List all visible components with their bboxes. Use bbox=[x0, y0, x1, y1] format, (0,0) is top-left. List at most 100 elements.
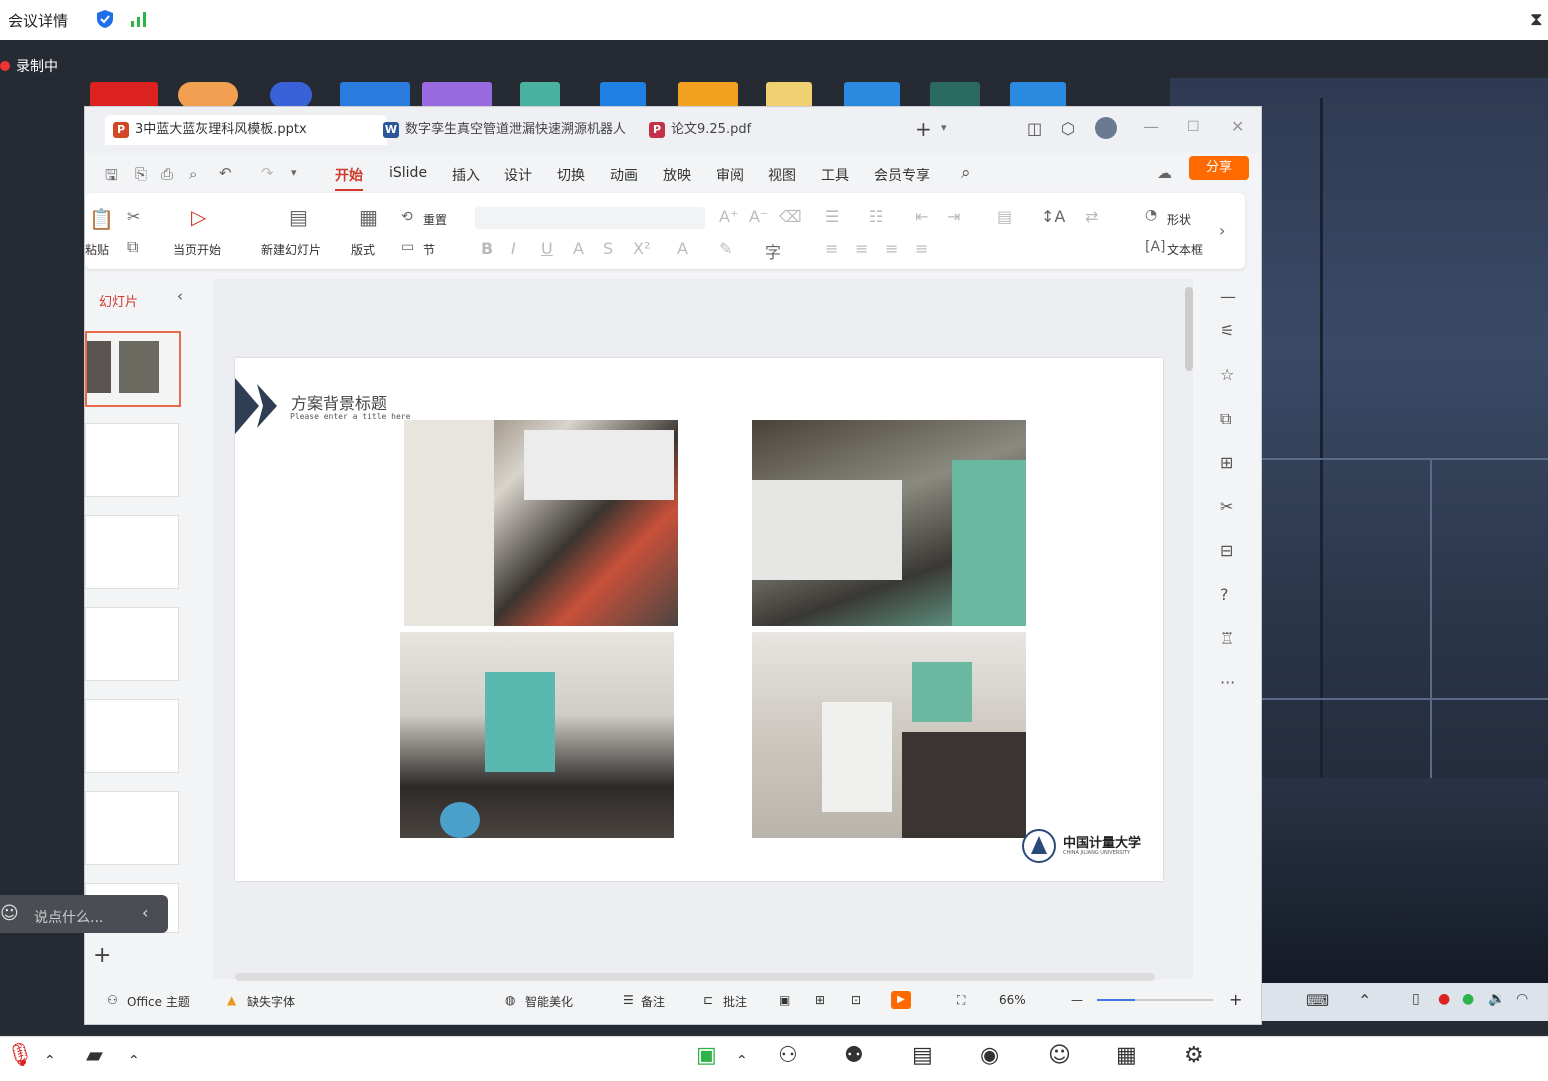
beautify-button[interactable]: 智能美化 bbox=[525, 993, 573, 1010]
share-button[interactable]: 分享 bbox=[1189, 156, 1249, 180]
play-icon[interactable]: ▷ bbox=[191, 205, 206, 229]
export-icon[interactable]: ⎘ bbox=[135, 165, 147, 183]
cut-icon[interactable]: ✂ bbox=[127, 207, 140, 226]
reset-button[interactable]: 重置 bbox=[423, 211, 447, 228]
zoom-level[interactable]: 66% bbox=[999, 993, 1026, 1007]
new-slide-icon[interactable]: ▤ bbox=[289, 205, 308, 229]
app-icon[interactable] bbox=[844, 82, 900, 108]
tab-pptx[interactable]: P 3中蓝大蓝灰理科风模板.pptx bbox=[105, 115, 387, 145]
more-icon[interactable]: ··· bbox=[1220, 673, 1235, 692]
shape-icon[interactable]: ◔ bbox=[1145, 207, 1157, 223]
print-icon[interactable]: ⎙ bbox=[161, 165, 173, 183]
paste-icon[interactable]: 📋 bbox=[89, 207, 114, 231]
slide-photo[interactable] bbox=[752, 632, 1026, 838]
section-icon[interactable]: ▭ bbox=[401, 239, 414, 255]
close-button[interactable]: ✕ bbox=[1231, 117, 1244, 136]
highlight-icon[interactable]: ✎ bbox=[719, 239, 732, 258]
zoom-out-button[interactable]: — bbox=[1071, 993, 1083, 1007]
maximize-button[interactable]: ☐ bbox=[1187, 119, 1200, 135]
chevron-up-icon[interactable]: ⌃ bbox=[1358, 991, 1371, 1010]
underline-icon[interactable]: U bbox=[541, 239, 553, 258]
slide-photo[interactable] bbox=[404, 420, 678, 626]
volume-icon[interactable]: 🔉 bbox=[1488, 991, 1505, 1007]
menu-tools[interactable]: 工具 bbox=[821, 165, 849, 185]
chat-input[interactable]: 说点什么... bbox=[34, 907, 103, 927]
help-icon[interactable]: ? bbox=[1220, 585, 1229, 604]
reaction-icon[interactable]: ☺ bbox=[1048, 1043, 1071, 1068]
avatar[interactable] bbox=[1095, 117, 1117, 139]
app-icon[interactable] bbox=[90, 82, 158, 108]
menu-islide[interactable]: iSlide bbox=[389, 165, 427, 181]
layout-icon[interactable]: ◫ bbox=[1027, 119, 1042, 138]
mute-mic-icon[interactable]: 🎙 bbox=[6, 1043, 34, 1068]
image-icon[interactable]: ⊞ bbox=[1220, 453, 1233, 472]
slide-photo[interactable] bbox=[752, 420, 1026, 626]
slideshow-button[interactable]: ▶ bbox=[891, 991, 911, 1009]
preview-icon[interactable]: ⌕ bbox=[189, 165, 197, 183]
tab-pdf[interactable]: P 论文9.25.pdf bbox=[641, 115, 911, 145]
clear-format-icon[interactable]: ⌫ bbox=[779, 207, 802, 226]
fit-window-icon[interactable]: ⛶ bbox=[957, 993, 965, 1008]
wifi-icon[interactable]: ◠ bbox=[1516, 991, 1528, 1007]
reset-icon[interactable]: ⟲ bbox=[401, 209, 413, 225]
apps-icon[interactable]: ▦ bbox=[1116, 1043, 1137, 1068]
layout-icon[interactable]: ▦ bbox=[359, 205, 378, 229]
text-direction-icon[interactable]: ↕A bbox=[1041, 207, 1065, 226]
horizontal-scrollbar[interactable] bbox=[235, 973, 1155, 981]
cloud-icon[interactable]: ☁ bbox=[1157, 164, 1172, 182]
layout-button[interactable]: 版式 bbox=[351, 241, 375, 258]
reading-view-icon[interactable]: ⊡ bbox=[851, 993, 861, 1007]
keyboard-icon[interactable]: ⌨ bbox=[1306, 991, 1329, 1010]
comments-icon[interactable]: ⊏ bbox=[703, 993, 713, 1007]
tools-icon[interactable]: ✂ bbox=[1220, 497, 1233, 516]
section-button[interactable]: 节 bbox=[423, 241, 435, 258]
slide-title[interactable]: 方案背景标题 bbox=[291, 390, 387, 414]
slide-thumbnail[interactable] bbox=[85, 331, 181, 407]
comments-button[interactable]: 批注 bbox=[723, 993, 747, 1010]
menu-home[interactable]: 开始 bbox=[335, 165, 363, 191]
zoom-in-button[interactable]: + bbox=[1229, 990, 1242, 1009]
shape-button[interactable]: 形状 bbox=[1167, 211, 1191, 228]
shadow-icon[interactable]: S bbox=[603, 239, 613, 258]
collapse-icon[interactable]: — bbox=[1220, 287, 1236, 306]
app-icon[interactable] bbox=[340, 82, 410, 108]
chevron-up-icon[interactable]: ⌃ bbox=[128, 1053, 140, 1069]
chevron-up-icon[interactable]: ⌃ bbox=[44, 1053, 56, 1069]
slide-thumbnail[interactable] bbox=[85, 791, 179, 865]
play-from-current-button[interactable]: 当页开始 bbox=[173, 241, 221, 258]
minimize-button[interactable]: — bbox=[1143, 117, 1159, 136]
shirt-icon[interactable]: ♖ bbox=[1220, 629, 1234, 648]
shrink-font-icon[interactable]: A⁻ bbox=[749, 207, 768, 226]
new-slide-button[interactable]: 新建幻灯片 bbox=[261, 241, 321, 258]
beautify-icon[interactable]: ◍ bbox=[505, 993, 515, 1007]
menu-member[interactable]: 会员专享 bbox=[874, 165, 930, 185]
slides-panel-title[interactable]: 幻灯片 bbox=[99, 291, 138, 310]
settings-icon[interactable]: ⚙ bbox=[1184, 1043, 1204, 1068]
menu-view[interactable]: 视图 bbox=[768, 165, 796, 185]
notes-button[interactable]: 备注 bbox=[641, 993, 665, 1010]
emoji-icon[interactable]: ☺ bbox=[0, 903, 19, 924]
app-icon[interactable] bbox=[422, 82, 492, 108]
sorter-view-icon[interactable]: ⊞ bbox=[815, 993, 825, 1007]
cube-icon[interactable]: ⬡ bbox=[1061, 119, 1075, 138]
chat-box[interactable]: ☺ 说点什么... ‹ bbox=[0, 895, 168, 933]
new-tab-button[interactable]: + bbox=[915, 117, 932, 141]
record-icon[interactable]: ◉ bbox=[980, 1043, 999, 1068]
grow-font-icon[interactable]: A⁺ bbox=[719, 207, 738, 226]
chevron-right-icon[interactable]: › bbox=[1219, 221, 1225, 240]
number-list-icon[interactable]: ☷ bbox=[869, 207, 883, 226]
justify-icon[interactable]: ≡ bbox=[915, 239, 928, 258]
textbox-icon[interactable]: [A] bbox=[1145, 239, 1166, 255]
missing-font-button[interactable]: 缺失字体 bbox=[247, 993, 295, 1010]
paste-button[interactable]: 粘贴 bbox=[85, 241, 109, 258]
members-icon[interactable]: ⚉ bbox=[844, 1043, 864, 1068]
book-icon[interactable]: ⊟ bbox=[1220, 541, 1233, 560]
chevron-down-icon[interactable]: ▾ bbox=[291, 166, 297, 179]
star-icon[interactable]: ☆ bbox=[1220, 365, 1234, 384]
menu-review[interactable]: 审阅 bbox=[716, 165, 744, 185]
wechat-icon[interactable]: ● bbox=[1462, 991, 1474, 1007]
chevron-up-icon[interactable]: ⌃ bbox=[736, 1053, 748, 1069]
app-icon[interactable] bbox=[1010, 82, 1066, 108]
normal-view-icon[interactable]: ▣ bbox=[779, 993, 790, 1007]
qq-icon[interactable]: ● bbox=[1438, 991, 1450, 1007]
